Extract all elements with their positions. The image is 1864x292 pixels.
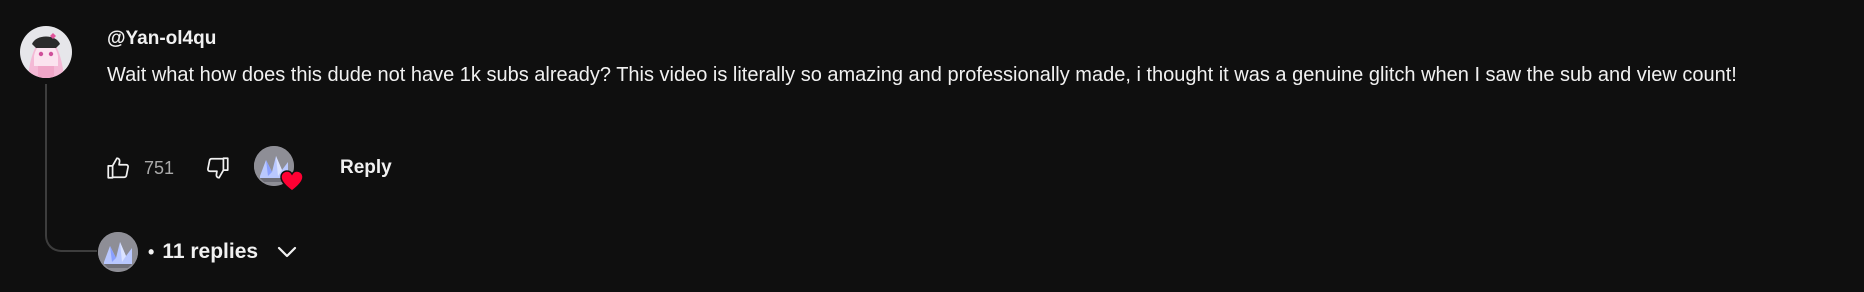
thumbs-up-icon: [107, 157, 129, 179]
thread-connector-line: [45, 84, 97, 252]
replies-count-label: 11 replies: [162, 240, 259, 263]
like-count: 751: [144, 157, 175, 178]
creator-heart: [254, 146, 304, 192]
reply-button[interactable]: Reply: [340, 157, 392, 179]
crystal-avatar-icon: [98, 232, 138, 272]
view-replies-button[interactable]: • 11 replies: [98, 230, 300, 274]
thumbs-down-icon: [207, 157, 229, 179]
heart-icon: [280, 170, 304, 192]
author-avatar[interactable]: [20, 26, 72, 78]
comment-text: Wait what how does this dude not have 1k…: [107, 64, 1737, 86]
comment-thread: @Yan-ol4qu Wait what how does this dude …: [0, 0, 1864, 292]
dislike-button[interactable]: [204, 154, 232, 182]
comment-actions: 751 Reply: [104, 146, 392, 192]
anime-avatar-icon: [20, 26, 72, 78]
chevron-down-icon[interactable]: [274, 239, 300, 265]
replier-avatar: [98, 232, 138, 272]
separator-dot: •: [148, 241, 155, 262]
like-button[interactable]: [104, 154, 132, 182]
comment-author[interactable]: @Yan-ol4qu: [107, 25, 216, 53]
